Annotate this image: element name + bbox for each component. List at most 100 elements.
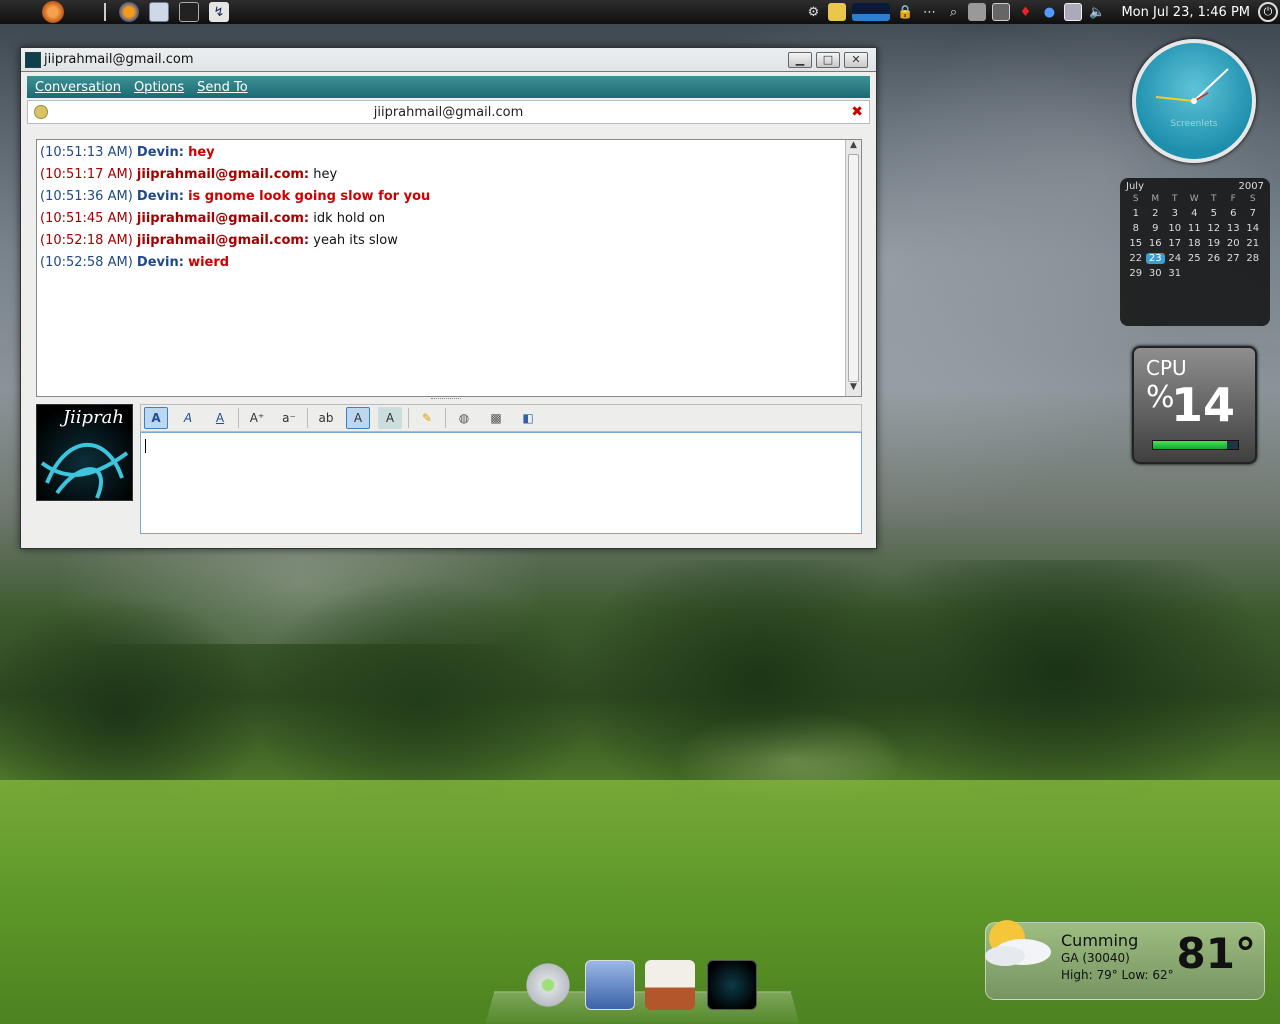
message-timestamp: (10:51:36 AM) [40, 189, 133, 204]
terminal-icon[interactable] [179, 2, 199, 22]
calendar-day[interactable]: 5 [1204, 208, 1224, 219]
calendar-month: July [1126, 181, 1144, 192]
mail-icon[interactable] [585, 960, 635, 1010]
window-titlebar[interactable]: jiiprahmail@gmail.com ▁ □ ✕ [21, 48, 876, 72]
calendar-day[interactable]: 2 [1146, 208, 1166, 219]
system-monitor-icon[interactable] [852, 3, 891, 21]
calendar-day[interactable]: 14 [1243, 223, 1263, 234]
clear-formatting-icon[interactable]: ✎ [415, 407, 439, 429]
volume-icon[interactable]: 🔈 [1088, 3, 1106, 21]
music-player-icon[interactable] [523, 960, 573, 1010]
bold-button[interactable]: A [144, 407, 168, 429]
scroll-down-icon[interactable]: ▼ [846, 382, 861, 396]
settings-icon[interactable]: ⚙ [804, 3, 822, 21]
scroll-up-icon[interactable]: ▲ [846, 140, 861, 154]
history-scrollbar[interactable]: ▲ ▼ [845, 140, 861, 396]
network-icon[interactable] [1064, 3, 1083, 21]
calendar-day[interactable]: 31 [1165, 268, 1185, 279]
screenshot-icon[interactable]: ↯ [209, 2, 229, 22]
pidgin-status-icon[interactable]: ● [1040, 3, 1058, 21]
folder-icon[interactable] [828, 3, 847, 21]
calendar-weekday: M [1151, 194, 1160, 204]
calendar-day[interactable]: 11 [1185, 223, 1205, 234]
weather-region: GA (30040) [1061, 951, 1130, 965]
font-larger-button[interactable]: A⁺ [245, 407, 269, 429]
calendar-weekday: S [1132, 194, 1139, 204]
calendar-day[interactable]: 9 [1146, 223, 1166, 234]
message-timestamp: (10:52:18 AM) [40, 233, 133, 248]
insert-link-icon[interactable]: ◍ [452, 407, 476, 429]
calendar-day[interactable]: 30 [1146, 268, 1166, 279]
calendar-day[interactable]: 12 [1204, 223, 1224, 234]
clock-widget[interactable]: Screenlets [1132, 39, 1256, 163]
calendar-day[interactable]: 22 [1126, 253, 1146, 264]
calendar-day[interactable]: 23 [1145, 253, 1165, 264]
panel-clock[interactable]: Mon Jul 23, 1:46 PM [1121, 5, 1250, 20]
calendar-day[interactable]: 17 [1165, 238, 1185, 249]
menu-options[interactable]: Options [134, 80, 184, 95]
text-editor-icon[interactable] [149, 2, 169, 22]
underline-button[interactable]: A [208, 407, 232, 429]
italic-button[interactable]: A [176, 407, 200, 429]
cpu-widget[interactable]: CPU % 14 [1132, 346, 1257, 464]
ubuntu-menu-icon[interactable] [42, 1, 64, 23]
menu-send-to[interactable]: Send To [197, 80, 248, 95]
insert-image-icon[interactable]: ▩ [484, 407, 508, 429]
calendar-day[interactable]: 20 [1224, 238, 1244, 249]
formatting-toolbar: A A A A⁺ a⁻ ab A A ✎ ◍ ▩ ◧ [140, 404, 862, 432]
buddy-icon[interactable]: Jiiprah [36, 404, 133, 501]
message-sender: jiiprahmail@gmail.com: [136, 211, 310, 226]
calendar-day[interactable]: 21 [1243, 238, 1263, 249]
lock-icon[interactable]: 🔒 [896, 3, 914, 21]
text-caret [145, 439, 146, 453]
calendar-day[interactable]: 7 [1243, 208, 1263, 219]
pane-splitter-handle[interactable] [431, 398, 461, 402]
home-folder-icon[interactable] [645, 960, 695, 1010]
message-line: (10:51:13 AM) Devin: hey [40, 142, 861, 164]
calendar-day[interactable]: 18 [1185, 238, 1205, 249]
message-history[interactable]: (10:51:13 AM) Devin: hey (10:51:17 AM) ji… [36, 139, 862, 397]
calendar-day[interactable]: 10 [1165, 223, 1185, 234]
pidgin-dock-icon[interactable] [707, 960, 757, 1010]
power-icon[interactable]: ⏻ [1258, 2, 1278, 22]
calendar-day[interactable]: 4 [1185, 208, 1205, 219]
font-face-button[interactable]: ab [314, 407, 338, 429]
calendar-day[interactable]: 28 [1243, 253, 1263, 264]
calendar-day[interactable]: 15 [1126, 238, 1146, 249]
foreground-color-button[interactable]: A [346, 407, 370, 429]
calendar-day[interactable]: 19 [1204, 238, 1224, 249]
message-timestamp: (10:52:58 AM) [40, 255, 133, 270]
ruby-gem-icon[interactable]: ♦ [1016, 3, 1034, 21]
calendar-widget[interactable]: July 2007 S M T W T F S 1 2 3 4 5 6 7 8 9 10 11 12 13 14 15 16… [1120, 178, 1270, 326]
calendar-day[interactable]: 13 [1224, 223, 1244, 234]
calendar-weekday: T [1172, 194, 1178, 204]
calendar-day[interactable]: 26 [1204, 253, 1224, 264]
window-app-icon [25, 51, 41, 68]
message-input[interactable] [140, 432, 862, 534]
more-icon[interactable]: ⋯ [920, 3, 938, 21]
close-tab-icon[interactable]: ✖ [851, 104, 863, 120]
scroll-thumb[interactable] [848, 154, 859, 382]
calendar-day[interactable]: 1 [1126, 208, 1146, 219]
message-sender: jiiprahmail@gmail.com: [136, 233, 310, 248]
calendar-day[interactable]: 25 [1185, 253, 1205, 264]
removable-drive-icon[interactable] [968, 3, 987, 21]
font-smaller-button[interactable]: a⁻ [277, 407, 301, 429]
conversation-tab[interactable]: jiiprahmail@gmail.com ✖ [27, 100, 870, 124]
calendar-day[interactable]: 6 [1224, 208, 1244, 219]
background-color-button[interactable]: A [378, 407, 402, 429]
calendar-day[interactable]: 29 [1126, 268, 1146, 279]
search-icon[interactable]: ⌕ [944, 3, 962, 21]
calendar-day[interactable]: 24 [1165, 253, 1185, 264]
menu-conversation[interactable]: Conversation [35, 80, 121, 95]
close-window-button[interactable]: ✕ [844, 51, 868, 68]
minimize-button[interactable]: ▁ [788, 51, 812, 68]
calendar-day[interactable]: 8 [1126, 223, 1146, 234]
maximize-button[interactable]: □ [816, 51, 840, 68]
firefox-icon[interactable] [119, 2, 139, 22]
monitor-icon[interactable] [992, 3, 1011, 21]
calendar-day[interactable]: 27 [1224, 253, 1244, 264]
calendar-day[interactable]: 16 [1146, 238, 1166, 249]
calendar-day[interactable]: 3 [1165, 208, 1185, 219]
insert-smiley-icon[interactable]: ◧ [516, 407, 540, 429]
